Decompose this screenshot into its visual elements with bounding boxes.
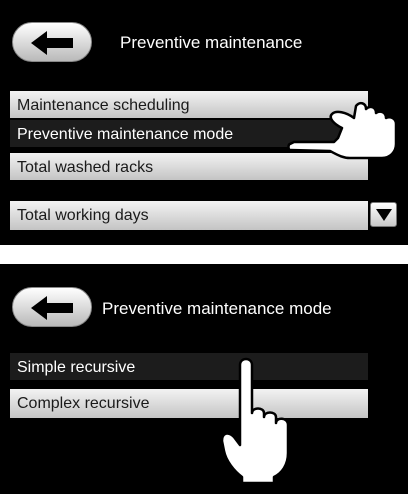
back-button[interactable] bbox=[12, 287, 92, 327]
screen-title: Preventive maintenance bbox=[120, 33, 303, 52]
menu-item-complex-recursive[interactable]: Complex recursive bbox=[10, 389, 368, 418]
screen-preventive-maintenance-mode: Preventive maintenance mode Simple recur… bbox=[0, 264, 408, 494]
menu-item-total-working-days[interactable]: Total working days bbox=[10, 201, 368, 230]
screen-preventive-maintenance: Preventive maintenance Maintenance sched… bbox=[0, 0, 408, 245]
hand-pointer-icon bbox=[287, 101, 398, 160]
back-button[interactable] bbox=[12, 22, 92, 62]
triangle-down-icon bbox=[376, 209, 392, 221]
hand-pointer-icon bbox=[220, 357, 290, 485]
menu-item-simple-recursive[interactable]: Simple recursive bbox=[10, 353, 368, 382]
arrow-left-icon bbox=[31, 296, 73, 320]
scroll-down-button[interactable] bbox=[370, 202, 397, 227]
screen-title: Preventive maintenance mode bbox=[102, 299, 332, 318]
arrow-left-icon bbox=[31, 31, 73, 55]
